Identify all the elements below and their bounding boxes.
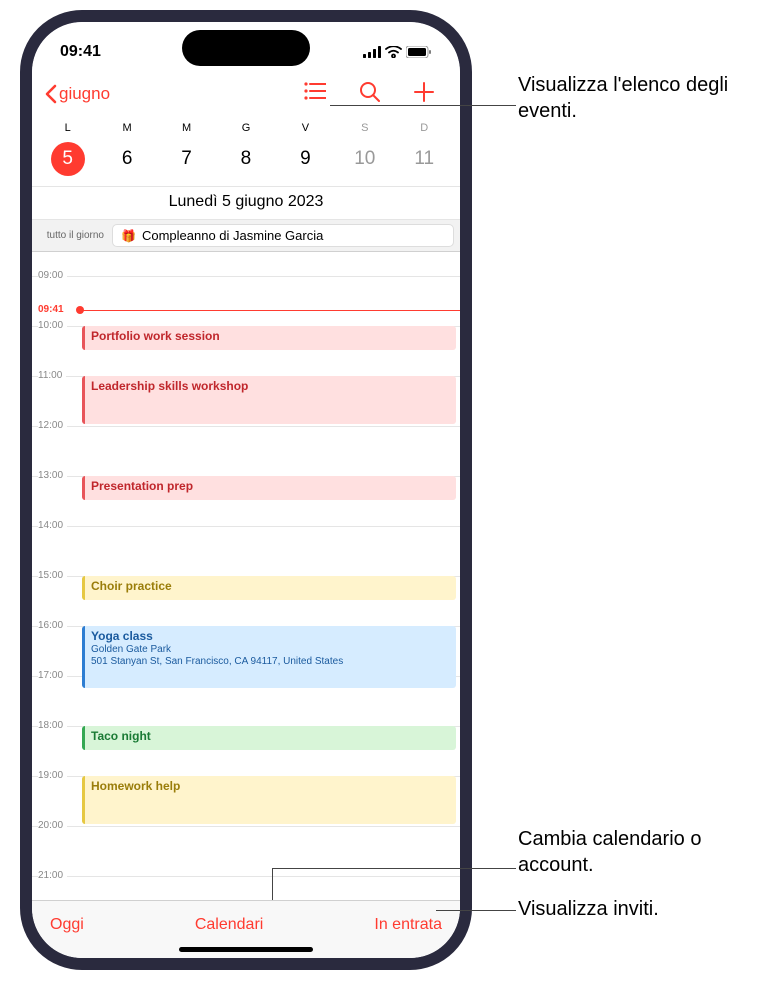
callout-line xyxy=(272,868,273,900)
cellular-icon xyxy=(363,46,381,58)
timeline[interactable]: 09:00 10:00 11:00 12:00 13:00 14:00 15:0… xyxy=(32,252,460,892)
event[interactable]: Choir practice xyxy=(82,576,456,600)
home-indicator xyxy=(179,947,313,952)
list-icon xyxy=(304,82,326,100)
notch xyxy=(182,30,310,66)
add-button[interactable] xyxy=(414,82,434,107)
date-title: Lunedì 5 giugno 2023 xyxy=(32,187,460,220)
gift-icon: 🎁 xyxy=(121,229,136,243)
chevron-left-icon xyxy=(44,84,57,104)
allday-label: tutto il giorno xyxy=(38,230,104,241)
phone-frame: 09:41 giugno xyxy=(20,10,472,970)
day-column[interactable]: D11 xyxy=(395,116,454,186)
search-button[interactable] xyxy=(360,82,380,107)
event[interactable]: Taco night xyxy=(82,726,456,750)
nav-bar: giugno xyxy=(32,72,460,116)
battery-icon xyxy=(406,46,432,58)
day-column[interactable]: G8 xyxy=(216,116,275,186)
callout-change-calendar: Cambia calendario o account. xyxy=(518,826,774,878)
day-column[interactable]: L5 xyxy=(38,116,97,186)
list-view-button[interactable] xyxy=(304,82,326,107)
callout-line xyxy=(436,910,516,911)
calendars-button[interactable]: Calendari xyxy=(195,916,263,934)
day-column[interactable]: M7 xyxy=(157,116,216,186)
day-column[interactable]: S10 xyxy=(335,116,394,186)
back-label: giugno xyxy=(59,84,110,104)
callout-invites: Visualizza inviti. xyxy=(518,896,659,922)
allday-event-title: Compleanno di Jasmine Garcia xyxy=(142,228,323,243)
back-button[interactable]: giugno xyxy=(44,84,110,104)
search-icon xyxy=(360,82,380,102)
status-time: 09:41 xyxy=(60,43,101,61)
now-time-label: 09:41 xyxy=(38,304,64,315)
allday-row: tutto il giorno 🎁 Compleanno di Jasmine … xyxy=(32,220,460,252)
now-indicator-line xyxy=(80,310,460,311)
allday-event[interactable]: 🎁 Compleanno di Jasmine Garcia xyxy=(112,224,454,247)
week-header: L5 M6 M7 G8 V9 S10 D11 xyxy=(32,116,460,187)
event[interactable]: Homework help xyxy=(82,776,456,824)
event[interactable]: Portfolio work session xyxy=(82,326,456,350)
event[interactable]: Yoga class Golden Gate Park 501 Stanyan … xyxy=(82,626,456,688)
today-button[interactable]: Oggi xyxy=(50,916,84,934)
event[interactable]: Presentation prep xyxy=(82,476,456,500)
plus-icon xyxy=(414,82,434,102)
callout-list-events: Visualizza l'elenco degli eventi. xyxy=(518,72,774,124)
callout-line xyxy=(272,868,516,869)
wifi-icon xyxy=(385,46,402,58)
callout-line xyxy=(330,105,516,106)
day-column[interactable]: M6 xyxy=(97,116,156,186)
status-right xyxy=(363,46,432,58)
inbox-button[interactable]: In entrata xyxy=(374,916,442,934)
event[interactable]: Leadership skills workshop xyxy=(82,376,456,424)
day-column[interactable]: V9 xyxy=(276,116,335,186)
